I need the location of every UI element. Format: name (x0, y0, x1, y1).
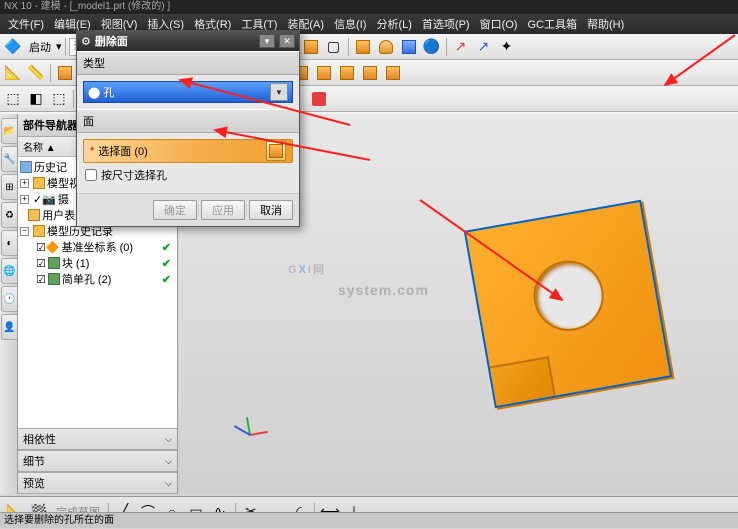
dialog-collapse[interactable]: ▾ (259, 34, 275, 48)
menu-prefs[interactable]: 首选项(P) (418, 14, 474, 34)
tb-icon[interactable] (336, 62, 358, 84)
vtab-role[interactable]: 👤 (1, 314, 17, 340)
section-preview[interactable]: 预览 (18, 472, 177, 494)
menu-info[interactable]: 信息(I) (330, 14, 370, 34)
tb-icon[interactable] (308, 88, 330, 110)
vtab-asm[interactable]: 🔧 (1, 146, 17, 172)
start-button[interactable]: 🔷 (2, 36, 24, 58)
menu-window[interactable]: 窗口(O) (476, 14, 522, 34)
tree-block[interactable]: ☑块 (1)✔ (20, 255, 175, 271)
model-ledge[interactable] (490, 356, 556, 406)
model-hole[interactable] (528, 255, 609, 336)
dialog-icon: ⚙ (81, 35, 91, 48)
size-filter-input[interactable] (85, 169, 97, 181)
section-dependency[interactable]: 相依性 (18, 428, 177, 450)
tb-icon[interactable] (359, 62, 381, 84)
select-face-row[interactable]: * 选择面 (0) (83, 139, 293, 163)
tb-icon[interactable]: ◧ (25, 88, 47, 110)
start-label[interactable]: 启动 (25, 39, 55, 55)
dialog-title: 删除面 (95, 33, 255, 49)
section-detail[interactable]: 细节 (18, 450, 177, 472)
tb-icon[interactable]: 📏 (25, 62, 47, 84)
tb-icon[interactable]: ↗ (450, 36, 472, 58)
tb-icon[interactable] (398, 36, 420, 58)
select-face-label: 选择面 (0) (98, 143, 148, 159)
model-block[interactable] (464, 200, 673, 409)
size-filter-checkbox[interactable]: 按尺寸选择孔 (83, 163, 293, 187)
required-asterisk: * (90, 145, 94, 157)
watermark-sub: system.com (338, 282, 429, 298)
resource-bar: 📂 🔧 ⊞ ♻ ◐ 🌐 🕐 👤 (0, 114, 18, 494)
delete-face-dialog: ⚙ 删除面 ▾ ✕ 类型 ⬤ 孔 面 * 选择面 (0) 按尺寸选择孔 确定 应… (76, 30, 300, 227)
menu-help[interactable]: 帮助(H) (583, 14, 628, 34)
tb-icon[interactable]: ▢ (323, 36, 345, 58)
hole-type-icon: ⬤ (88, 86, 100, 99)
tb-icon[interactable] (54, 62, 76, 84)
tb-icon[interactable] (313, 62, 335, 84)
vtab-nav[interactable]: 📂 (1, 118, 17, 144)
cancel-button[interactable]: 取消 (249, 200, 293, 220)
type-combobox[interactable]: ⬤ 孔 (83, 81, 293, 103)
tb-icon[interactable] (375, 36, 397, 58)
vtab-reuse[interactable]: ♻ (1, 202, 17, 228)
tree-hole[interactable]: ☑简单孔 (2)✔ (20, 271, 175, 287)
dialog-close[interactable]: ✕ (279, 34, 295, 48)
apply-button[interactable]: 应用 (201, 200, 245, 220)
tb-icon[interactable]: ⬚ (2, 88, 24, 110)
view-triad (238, 414, 278, 454)
vtab-web[interactable]: 🌐 (1, 258, 17, 284)
window-title: NX 10 - 建模 - [_model1.prt (修改的) ] (0, 0, 738, 14)
tb-icon[interactable]: ⬚ (48, 88, 70, 110)
menu-gctool[interactable]: GC工具箱 (523, 14, 581, 34)
tb-icon[interactable]: 🔵 (421, 36, 443, 58)
section-face-header[interactable]: 面 (77, 109, 299, 133)
watermark: GXI网 (288, 234, 326, 284)
menu-analysis[interactable]: 分析(L) (372, 14, 415, 34)
tb-icon[interactable]: 📐 (2, 62, 24, 84)
vtab-hd3d[interactable]: ◐ (1, 230, 17, 256)
ok-button[interactable]: 确定 (153, 200, 197, 220)
tb-icon[interactable] (300, 36, 322, 58)
section-type-header[interactable]: 类型 (77, 51, 299, 75)
tree-csys[interactable]: ☑🔶基准坐标系 (0)✔ (20, 239, 175, 255)
tb-icon[interactable] (382, 62, 404, 84)
tb-icon[interactable] (352, 36, 374, 58)
tb-icon[interactable]: ✦ (496, 36, 518, 58)
vtab-cons[interactable]: ⊞ (1, 174, 17, 200)
vtab-hist[interactable]: 🕐 (1, 286, 17, 312)
select-face-button[interactable] (266, 141, 286, 161)
tb-icon[interactable]: ↗ (473, 36, 495, 58)
menu-file[interactable]: 文件(F) (4, 14, 48, 34)
